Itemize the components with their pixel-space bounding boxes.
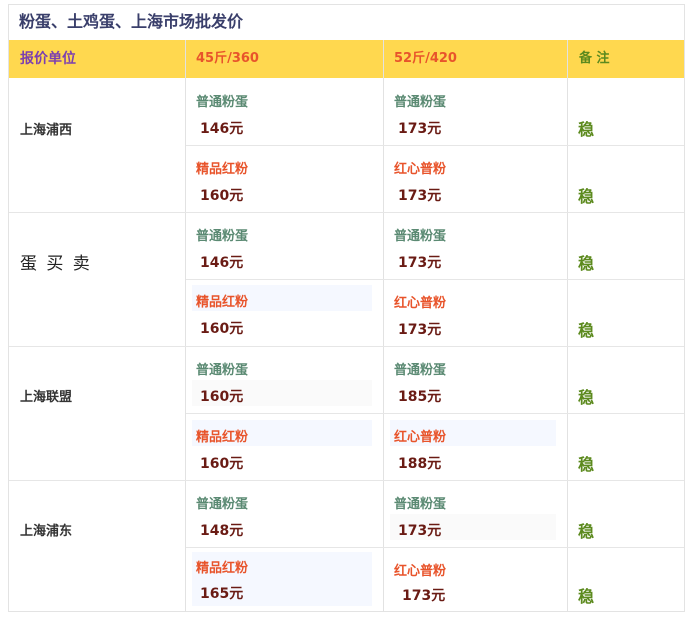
price-value: 160元 — [200, 389, 244, 405]
egg-type-label: 普通粉蛋 — [196, 95, 249, 110]
price-value: 148元 — [200, 523, 244, 539]
header-col-52: 52斤/420 — [394, 51, 457, 66]
egg-type-label: 普通粉蛋 — [394, 497, 447, 512]
egg-type-label: 精品红粉 — [196, 561, 249, 576]
egg-type-label: 普通粉蛋 — [394, 95, 447, 110]
unit-label: 蛋 买 卖 — [20, 254, 92, 274]
price-value: 160元 — [200, 321, 244, 337]
price-value: 146元 — [200, 255, 244, 271]
egg-type-label: 普通粉蛋 — [394, 229, 447, 244]
egg-type-label: 精品红粉 — [196, 430, 249, 445]
egg-type-label: 普通粉蛋 — [196, 229, 249, 244]
group-divider — [9, 480, 684, 481]
egg-type-label: 普通粉蛋 — [394, 363, 447, 378]
row-divider — [186, 145, 684, 146]
column-divider — [567, 40, 568, 612]
egg-type-label: 普通粉蛋 — [196, 363, 249, 378]
price-value: 173元 — [398, 322, 442, 338]
header-col-45: 45斤/360 — [196, 51, 259, 66]
price-value: 185元 — [398, 389, 442, 405]
price-value: 173元 — [398, 188, 442, 204]
note-value: 稳 — [578, 455, 595, 474]
row-divider — [186, 547, 684, 548]
price-value: 173元 — [402, 588, 446, 604]
header-note: 备 注 — [579, 51, 610, 66]
egg-type-label: 红心普粉 — [394, 430, 447, 445]
egg-type-label: 红心普粉 — [394, 564, 447, 579]
price-value: 160元 — [200, 188, 244, 204]
egg-type-label: 精品红粉 — [196, 162, 249, 177]
column-divider — [383, 40, 384, 612]
row-divider — [186, 413, 684, 414]
row-divider — [186, 279, 684, 280]
group-divider — [9, 346, 684, 347]
page-title: 粉蛋、土鸡蛋、上海市场批发价 — [19, 12, 244, 31]
group-divider — [9, 212, 684, 213]
price-value: 173元 — [398, 121, 442, 137]
egg-type-label: 精品红粉 — [196, 295, 249, 310]
column-divider — [185, 40, 186, 612]
price-value: 173元 — [398, 523, 442, 539]
note-value: 稳 — [578, 587, 595, 606]
egg-type-label: 红心普粉 — [394, 296, 447, 311]
table-header: 报价单位 45斤/360 52斤/420 备 注 — [9, 40, 684, 78]
price-value: 173元 — [398, 255, 442, 271]
egg-type-label: 普通粉蛋 — [196, 497, 249, 512]
note-value: 稳 — [578, 522, 595, 541]
note-value: 稳 — [578, 187, 595, 206]
unit-label: 上海联盟 — [20, 390, 73, 405]
price-value: 160元 — [200, 456, 244, 472]
price-value: 146元 — [200, 121, 244, 137]
note-value: 稳 — [578, 120, 595, 139]
note-value: 稳 — [578, 321, 595, 340]
egg-type-label: 红心普粉 — [394, 162, 447, 177]
note-value: 稳 — [578, 254, 595, 273]
note-value: 稳 — [578, 388, 595, 407]
unit-label: 上海浦东 — [20, 524, 73, 539]
price-value: 188元 — [398, 456, 442, 472]
header-unit-label: 报价单位 — [20, 51, 76, 67]
unit-label: 上海浦西 — [20, 123, 73, 138]
price-value: 165元 — [200, 586, 244, 602]
